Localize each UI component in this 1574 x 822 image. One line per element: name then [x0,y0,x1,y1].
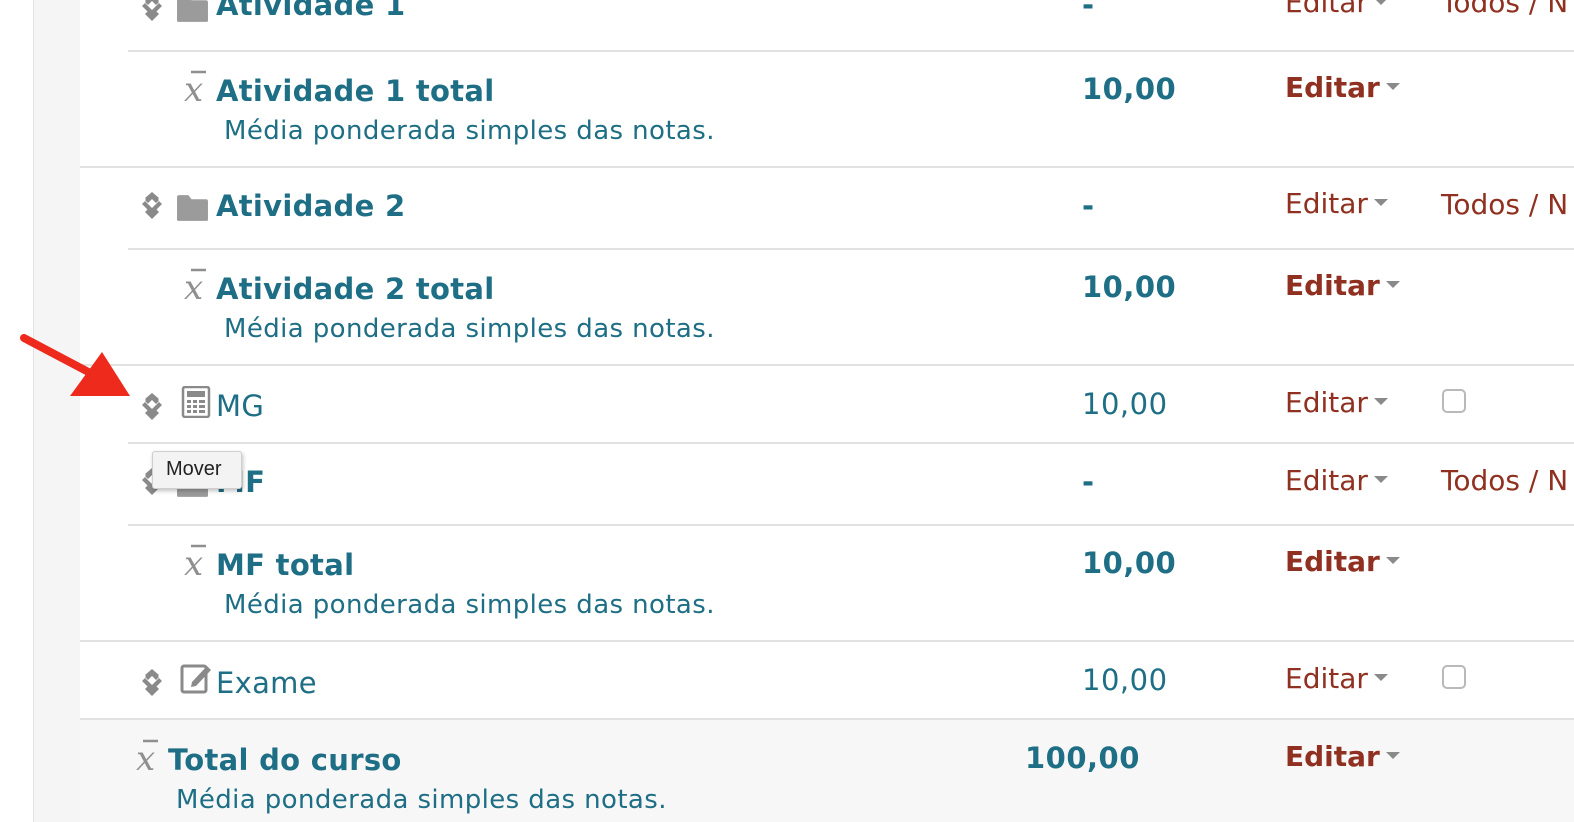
select-checkbox[interactable] [1442,389,1466,413]
aggregation-description: Média ponderada simples das notas. [224,314,715,344]
mean-xbar-icon [180,542,214,578]
edit-label: Editar [1285,269,1380,302]
row-divider [128,50,1574,52]
category-max-grade: - [1082,465,1095,499]
folder-icon [176,193,209,222]
edit-menu[interactable]: Editar [1285,662,1388,695]
row-divider [128,248,1574,250]
move-icon[interactable] [139,393,165,421]
caret-down-icon [1373,0,1388,5]
caret-down-icon [1373,397,1388,405]
category-total-name[interactable]: MF total [216,548,354,582]
select-all-none-link[interactable]: Todos / N [1441,188,1568,221]
grade-item-max-grade: 10,00 [1082,663,1168,697]
edit-label: Editar [1285,0,1368,19]
select-checkbox[interactable] [1442,665,1466,689]
red-arrow-annotation [20,334,130,396]
caret-down-icon [1385,556,1400,564]
edit-label: Editar [1285,386,1368,419]
edit-label: Editar [1285,740,1380,773]
grade-item-name[interactable]: MG [216,389,264,423]
mean-xbar-icon [180,68,214,104]
move-tooltip: Mover [152,451,242,489]
folder-icon [176,0,209,23]
edit-menu[interactable]: Editar [1285,269,1400,302]
category-name[interactable]: Atividade 1 [216,0,405,22]
edit-label: Editar [1285,187,1368,220]
left-gutter [0,0,34,822]
row-divider [80,364,1574,366]
edit-menu[interactable]: Editar [1285,740,1400,773]
move-icon[interactable] [139,669,165,697]
category-total-max-grade: 10,00 [1082,72,1177,106]
edit-menu[interactable]: Editar [1285,187,1388,220]
mean-xbar-icon [180,266,214,302]
edit-label: Editar [1285,464,1368,497]
move-icon[interactable] [139,192,165,220]
category-total-name[interactable]: Atividade 2 total [216,272,494,306]
category-total-name[interactable]: Atividade 1 total [216,74,494,108]
aggregation-description: Média ponderada simples das notas. [224,116,715,146]
edit-label: Editar [1285,71,1380,104]
edit-menu[interactable]: Editar [1285,545,1400,578]
caret-down-icon [1385,280,1400,288]
edit-label: Editar [1285,545,1380,578]
left-band [34,0,80,822]
row-divider [128,524,1574,526]
caret-down-icon [1385,82,1400,90]
aggregation-description: Média ponderada simples das notas. [224,590,715,620]
row-divider [80,718,1574,720]
caret-down-icon [1373,673,1388,681]
row-divider [80,166,1574,168]
edit-label: Editar [1285,662,1368,695]
edit-menu[interactable]: Editar [1285,71,1400,104]
aggregation-description: Média ponderada simples das notas. [176,785,667,815]
category-total-max-grade: 10,00 [1082,546,1177,580]
edit-item-icon [180,662,212,694]
select-all-none-link[interactable]: Todos / N [1441,464,1568,497]
category-name[interactable]: Atividade 2 [216,189,405,223]
category-total-max-grade: 10,00 [1082,270,1177,304]
edit-menu[interactable]: Editar [1285,464,1388,497]
mean-xbar-icon [132,737,166,773]
grade-item-name[interactable]: Exame [216,666,317,700]
grade-item-max-grade: 10,00 [1082,387,1168,421]
move-icon[interactable] [139,0,165,22]
row-divider [128,442,1574,444]
category-max-grade: - [1082,189,1095,223]
caret-down-icon [1385,751,1400,759]
edit-menu[interactable]: Editar [1285,0,1388,19]
edit-menu[interactable]: Editar [1285,386,1388,419]
course-total-max-grade: 100,00 [1025,741,1140,775]
select-all-none-link[interactable]: Todos / N [1441,0,1568,19]
caret-down-icon [1373,198,1388,206]
course-total-name[interactable]: Total do curso [168,743,402,777]
caret-down-icon [1373,475,1388,483]
row-divider [80,640,1574,642]
category-max-grade: - [1082,0,1095,22]
calculator-icon [181,386,211,418]
